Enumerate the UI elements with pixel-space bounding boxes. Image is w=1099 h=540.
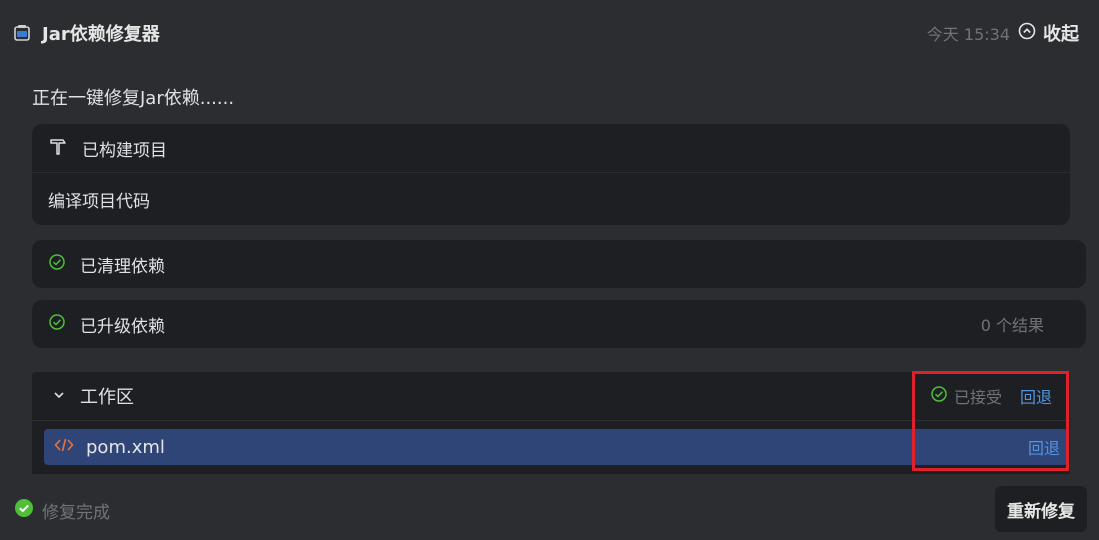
build-step-card: 已构建项目 编译项目代码 <box>32 124 1070 225</box>
code-icon <box>54 437 74 457</box>
check-filled-icon <box>14 498 34 522</box>
jar-fixer-panel: Jar依赖修复器 今天 15:34 收起 正在一键修复Jar依赖...... 已… <box>0 0 1099 540</box>
accepted-status: 已接受 <box>953 388 1002 407</box>
workspace-title: 工作区 <box>80 387 134 408</box>
completion-label: 修复完成 <box>42 502 110 523</box>
build-step-label: 已构建项目 <box>82 140 167 161</box>
retry-fix-button[interactable]: 重新修复 <box>995 486 1087 532</box>
completion-status: 修复完成 <box>14 498 110 523</box>
progress-status-text: 正在一键修复Jar依赖...... <box>32 88 235 109</box>
check-circle-icon <box>48 313 66 335</box>
header-right: 今天 15:34 收起 <box>927 18 1079 48</box>
file-row-pom[interactable]: pom.xml 回退 <box>44 429 1068 465</box>
panel-header: Jar依赖修复器 今天 15:34 收起 <box>0 0 1099 66</box>
file-revert-link[interactable]: 回退 <box>1028 429 1060 465</box>
check-circle-icon <box>930 385 948 407</box>
chevron-up-circle-icon <box>1018 22 1036 44</box>
collapse-label: 收起 <box>1043 24 1079 45</box>
clean-step-label: 已清理依赖 <box>80 256 165 277</box>
check-circle-icon <box>48 253 66 275</box>
build-step-detail: 编译项目代码 <box>48 191 150 212</box>
upgrade-step-label: 已升级依赖 <box>80 316 165 337</box>
revert-all-link[interactable]: 回退 <box>1020 384 1052 408</box>
hammer-icon <box>48 136 68 160</box>
clean-step-card[interactable]: 已清理依赖 <box>32 240 1086 288</box>
workspace-header[interactable]: 工作区 已接受 回退 <box>32 372 1070 421</box>
title-group: Jar依赖修复器 <box>12 18 160 48</box>
upgrade-step-card[interactable]: 已升级依赖 0 个结果 <box>32 300 1086 348</box>
collapse-button[interactable]: 收起 <box>1018 20 1079 46</box>
workspace-actions: 已接受 回退 <box>930 372 1052 420</box>
workspace-panel: 工作区 已接受 回退 pom.xml 回退 <box>32 372 1070 474</box>
file-name: pom.xml <box>86 436 165 458</box>
build-step-header[interactable]: 已构建项目 <box>32 124 1070 173</box>
timestamp: 今天 15:34 <box>926 25 1010 44</box>
panel-title: Jar依赖修复器 <box>42 24 160 45</box>
chevron-down-icon[interactable] <box>52 387 66 406</box>
jar-icon <box>12 23 32 43</box>
result-count: 0 个结果 <box>980 316 1044 335</box>
